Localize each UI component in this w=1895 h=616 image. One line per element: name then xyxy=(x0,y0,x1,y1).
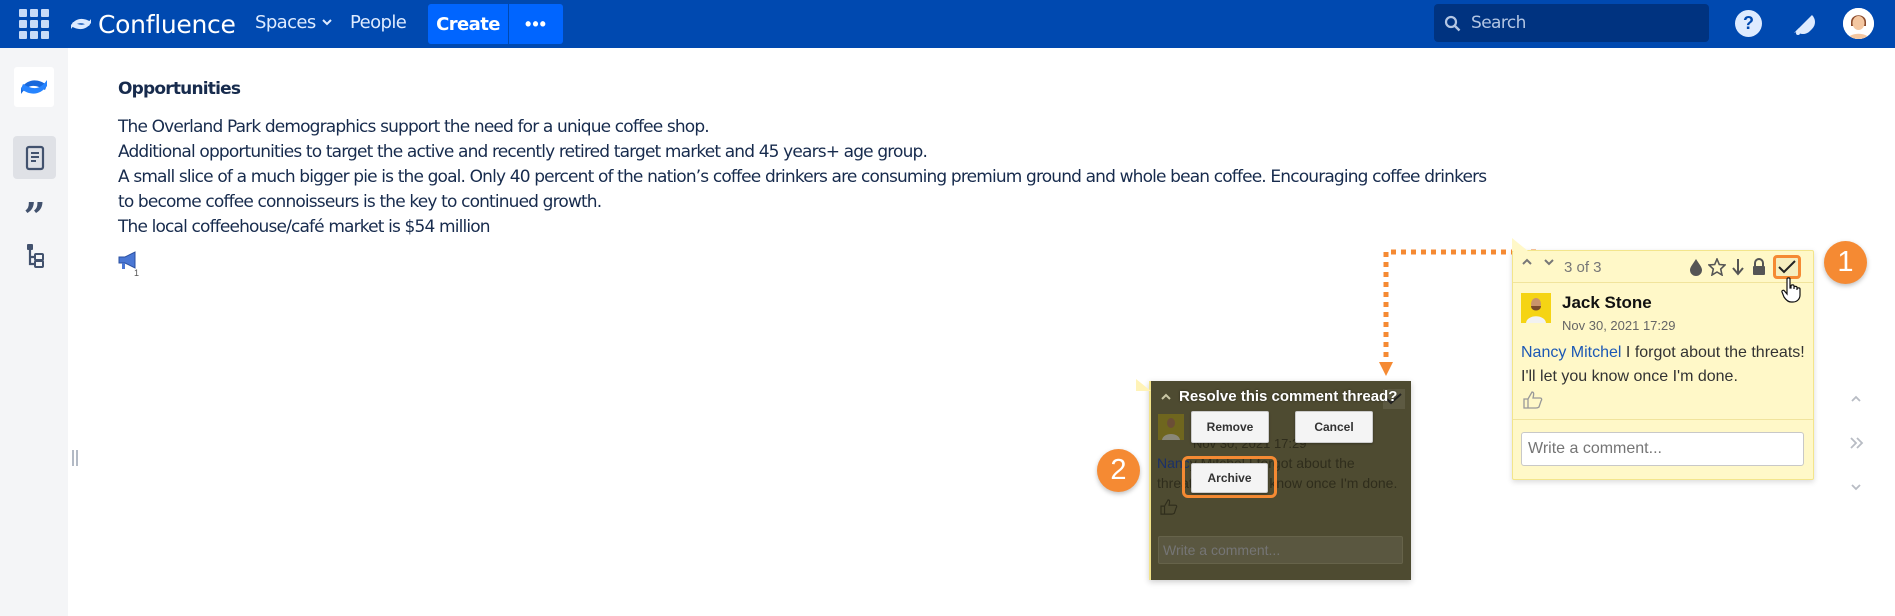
user-mention-link[interactable]: Nancy Mitchel xyxy=(1521,344,1621,361)
lock-icon[interactable] xyxy=(1750,256,1768,278)
comment-body: Nancy Mitchel I forgot about the threats… xyxy=(1521,341,1811,389)
like-thumbs-up-icon[interactable] xyxy=(1523,391,1543,409)
notifications-bell-icon[interactable] xyxy=(1790,9,1820,39)
comment-counter: 3 of 3 xyxy=(1564,259,1602,276)
sidebar-resize-handle[interactable] xyxy=(72,450,80,466)
left-sidebar: ” xyxy=(0,48,68,616)
user-avatar-icon xyxy=(1843,8,1874,39)
comment-author[interactable]: Jack Stone xyxy=(1562,293,1652,313)
sidebar-item-page-tree[interactable] xyxy=(13,234,56,277)
cancel-button[interactable]: Cancel xyxy=(1295,411,1373,443)
page-body-paragraph: The Overland Park demographics support t… xyxy=(118,115,1487,240)
previous-comment-icon[interactable] xyxy=(1521,258,1533,266)
reply-comment-input-disabled xyxy=(1158,536,1403,564)
sidebar-item-blog[interactable]: ” xyxy=(13,188,56,235)
feedback-count: 1 xyxy=(134,268,140,278)
chevron-down-icon xyxy=(321,19,332,26)
step-callout-1: 1 xyxy=(1824,241,1867,284)
spaces-menu[interactable]: Spaces xyxy=(255,12,332,33)
create-more-button[interactable]: ••• xyxy=(509,4,563,44)
section-heading: Opportunities xyxy=(118,79,241,99)
color-drop-icon[interactable] xyxy=(1687,256,1705,278)
hierarchy-tree-icon xyxy=(26,243,44,268)
scroll-up-icon[interactable] xyxy=(1850,395,1862,403)
app-name: Confluence xyxy=(98,9,236,39)
resolve-thread-dialog: Resolve this comment thread? Nov 30, 202… xyxy=(1149,381,1411,580)
scroll-down-icon[interactable] xyxy=(1850,483,1862,491)
previous-comment-icon xyxy=(1161,393,1171,400)
sidebar-item-pages[interactable] xyxy=(13,136,56,179)
create-button[interactable]: Create xyxy=(428,4,508,44)
step-callout-2: 2 xyxy=(1097,449,1140,492)
paragraph-line: The local coffeehouse/café market is $54… xyxy=(118,217,491,237)
confluence-logo-icon xyxy=(71,18,91,30)
comment-popup-header: 3 of 3 xyxy=(1513,251,1813,283)
paragraph-line: A small slice of a much bigger pie is th… xyxy=(118,167,1487,187)
confluence-home-link[interactable]: Confluence xyxy=(70,9,236,39)
top-navigation-bar: Confluence Spaces People Create ••• Sear… xyxy=(0,0,1895,48)
checkmark-icon xyxy=(1778,260,1796,274)
dialog-title: Resolve this comment thread? xyxy=(1179,388,1398,405)
paragraph-line: to become coffee connoisseurs is the key… xyxy=(118,192,602,212)
search-placeholder: Search xyxy=(1471,13,1526,33)
comment-toolbar xyxy=(1687,255,1801,279)
space-logo[interactable] xyxy=(14,67,54,107)
spaces-label: Spaces xyxy=(255,12,316,33)
page-icon xyxy=(25,145,44,170)
hand-pointer-cursor-icon xyxy=(1781,277,1801,303)
search-icon xyxy=(1444,15,1461,31)
resolve-comment-button[interactable] xyxy=(1773,255,1801,279)
divider xyxy=(1513,419,1813,420)
archive-button[interactable]: Archive xyxy=(1191,463,1268,493)
quote-icon: ” xyxy=(23,193,46,239)
paragraph-line: Additional opportunities to target the a… xyxy=(118,142,928,162)
user-avatar[interactable] xyxy=(1843,8,1874,39)
move-down-arrow-icon[interactable] xyxy=(1729,256,1747,278)
next-comment-icon[interactable] xyxy=(1543,258,1555,266)
reply-comment-input[interactable] xyxy=(1521,432,1804,466)
star-icon[interactable] xyxy=(1708,256,1726,278)
help-icon[interactable]: ? xyxy=(1735,10,1762,37)
author-avatar[interactable] xyxy=(1521,293,1551,323)
like-thumbs-up-icon xyxy=(1160,499,1178,515)
inline-comment-popup: 3 of 3 Jack Stone Nov 30, 2021 17:29 Nan… xyxy=(1512,238,1814,480)
app-switcher-grid-icon[interactable] xyxy=(19,9,49,39)
remove-button[interactable]: Remove xyxy=(1191,411,1269,443)
people-link[interactable]: People xyxy=(350,12,407,33)
search-input[interactable]: Search xyxy=(1434,4,1709,42)
paragraph-line: The Overland Park demographics support t… xyxy=(118,117,710,137)
comment-navigation xyxy=(1521,258,1555,266)
comment-date: Nov 30, 2021 17:29 xyxy=(1562,318,1676,333)
expand-panel-icon[interactable] xyxy=(1850,437,1864,449)
confluence-space-icon xyxy=(21,80,47,94)
author-avatar-icon xyxy=(1521,293,1551,323)
author-avatar-faded xyxy=(1158,414,1184,440)
